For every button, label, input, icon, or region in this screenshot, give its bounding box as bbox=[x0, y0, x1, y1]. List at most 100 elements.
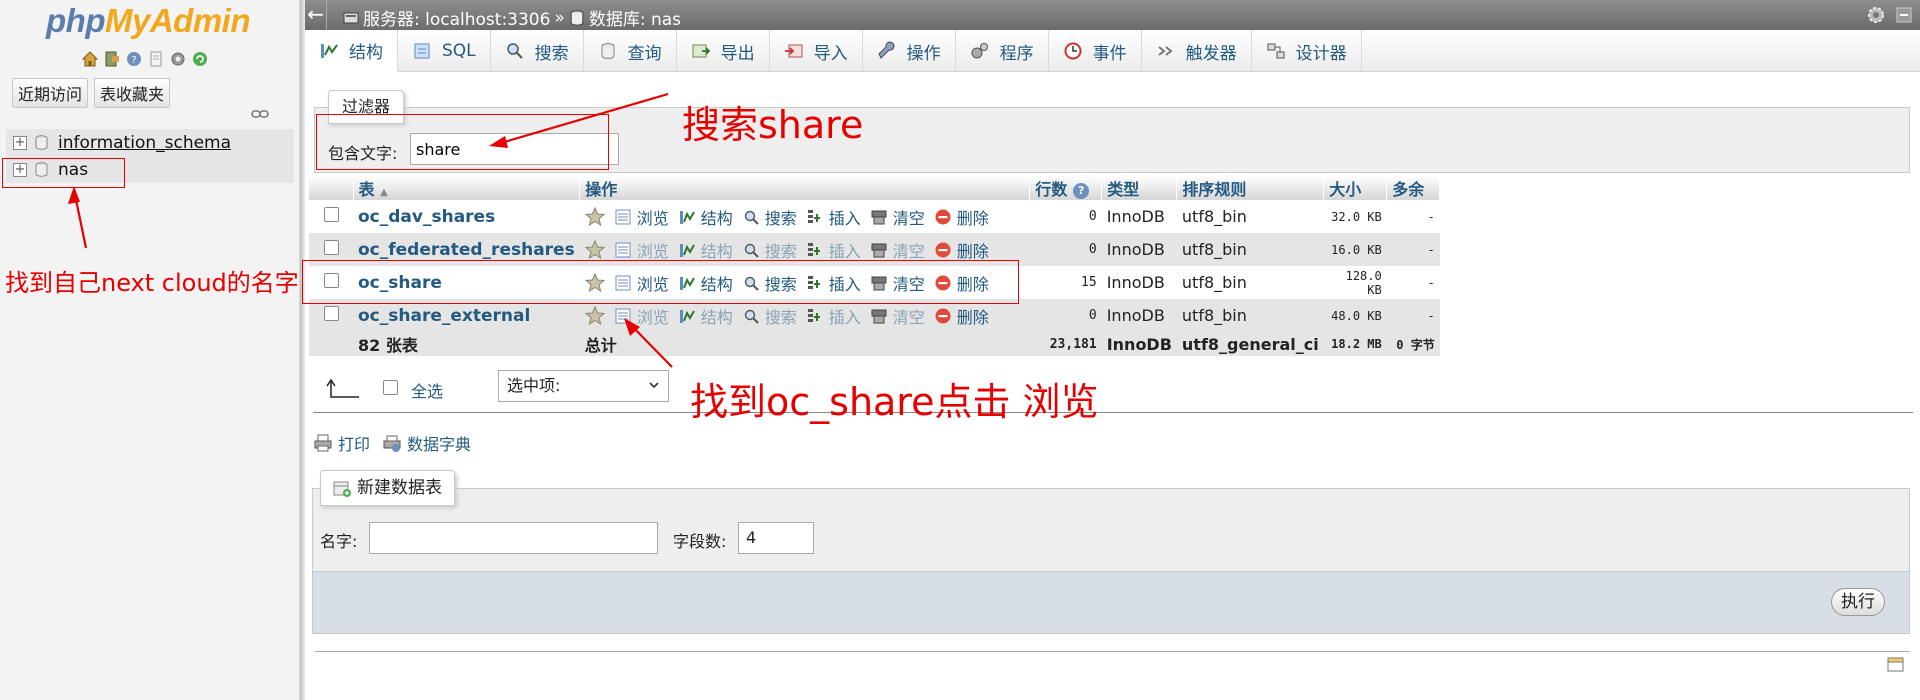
collapse-nav-icon[interactable]: ← bbox=[305, 0, 327, 30]
table-name-input[interactable] bbox=[369, 522, 658, 554]
nav-icon-bar: ? bbox=[80, 49, 209, 68]
table-name-link[interactable]: oc_dav_shares bbox=[358, 207, 495, 227]
action-label: 结构 bbox=[700, 307, 733, 327]
annotation-search: 搜索share bbox=[682, 103, 864, 147]
action-empty[interactable]: 清空 bbox=[870, 205, 925, 229]
tab-designer[interactable]: 设计器 bbox=[1252, 30, 1362, 72]
db-item-information-schema[interactable]: + information_schema bbox=[6, 129, 294, 156]
tab-search[interactable]: 搜索 bbox=[491, 30, 584, 72]
data-dictionary-link[interactable]: 数据字典 bbox=[382, 431, 471, 455]
empty-icon bbox=[870, 208, 888, 226]
collapse-icon[interactable] bbox=[1896, 7, 1912, 23]
phpmyadmin-logo[interactable]: phpMyAdmin bbox=[46, 2, 250, 40]
home-icon[interactable] bbox=[80, 49, 99, 68]
action-empty[interactable]: 清空 bbox=[870, 304, 925, 328]
breadcrumb-bar: ← 服务器: localhost:3306 » 数据库: nas bbox=[305, 0, 1920, 30]
tab-label: 搜索 bbox=[534, 43, 569, 64]
tab-operations[interactable]: 操作 bbox=[863, 30, 956, 72]
settings-icon[interactable] bbox=[168, 49, 187, 68]
structure-icon bbox=[678, 307, 696, 325]
sort-asc-icon: ▲ bbox=[380, 187, 388, 198]
favorites-button[interactable]: 表收藏夹 bbox=[94, 78, 171, 108]
db-name[interactable]: information_schema bbox=[58, 133, 231, 153]
with-selected-select[interactable]: 选中项: bbox=[498, 370, 669, 402]
action-browse[interactable]: 浏览 bbox=[614, 205, 669, 229]
star-icon[interactable] bbox=[584, 305, 605, 326]
table-name-label: 名字: bbox=[320, 532, 358, 551]
action-browse[interactable]: 浏览 bbox=[614, 304, 669, 328]
action-insert[interactable]: 插入 bbox=[806, 205, 861, 229]
row-checkbox[interactable] bbox=[323, 240, 339, 255]
select-all-label[interactable]: 全选 bbox=[411, 378, 443, 402]
footer-type: InnoDB bbox=[1101, 332, 1177, 356]
insert-icon bbox=[806, 307, 824, 325]
header-collation[interactable]: 排序规则 bbox=[1176, 176, 1325, 200]
print-icon bbox=[314, 434, 332, 452]
action-search[interactable]: 搜索 bbox=[742, 304, 797, 328]
go-button[interactable]: 执行 bbox=[1831, 588, 1885, 616]
reload-icon[interactable] bbox=[190, 49, 209, 68]
header-size[interactable]: 大小 bbox=[1323, 176, 1388, 200]
breadcrumb-separator: » bbox=[554, 7, 565, 28]
chevron-down-icon bbox=[649, 382, 659, 389]
header-table[interactable]: 表 ▲ bbox=[353, 176, 581, 200]
action-structure[interactable]: 结构 bbox=[678, 304, 733, 328]
star-icon[interactable] bbox=[584, 239, 605, 260]
row-checkbox[interactable] bbox=[323, 207, 339, 222]
breadcrumb-server[interactable]: 服务器: localhost:3306 bbox=[363, 5, 550, 30]
tab-triggers[interactable]: 触发器 bbox=[1142, 30, 1252, 72]
action-drop[interactable]: 删除 bbox=[934, 205, 989, 229]
row-checkbox[interactable] bbox=[323, 306, 339, 321]
footer-label: 总计 bbox=[579, 332, 1030, 356]
action-search[interactable]: 搜索 bbox=[742, 238, 797, 262]
action-label: 删除 bbox=[956, 307, 989, 327]
row-type: InnoDB bbox=[1101, 266, 1177, 299]
action-search[interactable]: 搜索 bbox=[742, 205, 797, 229]
tab-import[interactable]: 导入 bbox=[770, 30, 863, 72]
columns-input[interactable]: 4 bbox=[738, 522, 814, 554]
action-structure[interactable]: 结构 bbox=[678, 205, 733, 229]
expand-icon[interactable]: + bbox=[13, 135, 27, 150]
table-row: oc_dav_shares 浏览 结构 搜索 插入 清空 删除 0 InnoDB utf8_bin… bbox=[309, 200, 1440, 233]
action-insert[interactable]: 插入 bbox=[806, 304, 861, 328]
select-all-checkbox[interactable] bbox=[383, 380, 398, 395]
action-empty[interactable]: 清空 bbox=[870, 238, 925, 262]
table-name-link[interactable]: oc_share_external bbox=[358, 306, 530, 326]
header-type[interactable]: 类型 bbox=[1101, 176, 1178, 200]
tab-sql[interactable]: SQL bbox=[398, 30, 491, 72]
tab-structure[interactable]: 结构 bbox=[305, 30, 398, 72]
help-icon[interactable]: ? bbox=[124, 49, 143, 68]
action-label: 浏览 bbox=[636, 307, 669, 327]
drop-icon bbox=[934, 307, 952, 325]
tab-query[interactable]: 查询 bbox=[584, 30, 677, 72]
table-name-link[interactable]: oc_federated_reshares bbox=[358, 240, 575, 260]
row-count: 0 bbox=[1029, 299, 1102, 332]
header-overhead[interactable]: 多余 bbox=[1386, 176, 1441, 200]
action-drop[interactable]: 删除 bbox=[934, 238, 989, 262]
action-insert[interactable]: 插入 bbox=[806, 238, 861, 262]
help-icon[interactable]: ? bbox=[1073, 182, 1090, 199]
print-link[interactable]: 打印 bbox=[313, 431, 370, 455]
annotation-find-table: 找到oc_share点击 浏览 bbox=[690, 380, 1099, 424]
tab-events[interactable]: 事件 bbox=[1049, 30, 1142, 72]
divider bbox=[313, 412, 1913, 413]
header-rows[interactable]: 行数? bbox=[1029, 176, 1103, 200]
docs-icon[interactable] bbox=[146, 49, 165, 68]
link-icon[interactable] bbox=[251, 108, 269, 120]
action-structure[interactable]: 结构 bbox=[678, 238, 733, 262]
console-icon[interactable] bbox=[1887, 656, 1904, 673]
star-icon[interactable] bbox=[584, 206, 605, 227]
action-browse[interactable]: 浏览 bbox=[614, 238, 669, 262]
row-count: 15 bbox=[1029, 266, 1102, 299]
breadcrumb-database[interactable]: 数据库: nas bbox=[589, 5, 681, 30]
tab-export[interactable]: 导出 bbox=[677, 30, 770, 72]
new-table-fieldset bbox=[312, 488, 1910, 634]
routines-icon bbox=[971, 43, 988, 59]
tab-routines[interactable]: 程序 bbox=[956, 30, 1049, 72]
logout-icon[interactable] bbox=[102, 49, 121, 68]
panel-divider[interactable] bbox=[300, 0, 305, 700]
recent-button[interactable]: 近期访问 bbox=[12, 78, 89, 108]
gear-icon[interactable] bbox=[1866, 5, 1886, 25]
action-drop[interactable]: 删除 bbox=[934, 304, 989, 328]
empty-icon bbox=[870, 307, 888, 325]
